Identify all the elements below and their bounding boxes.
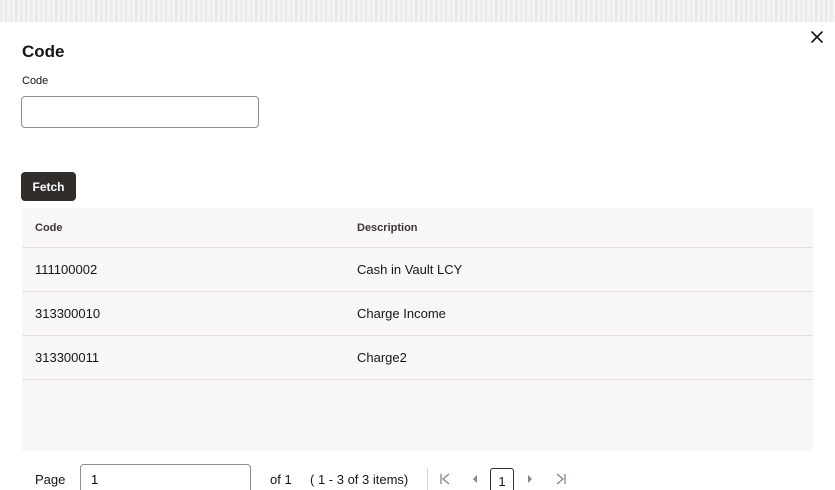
- first-page-button[interactable]: [437, 468, 453, 490]
- table-row[interactable]: 313300010 Charge Income: [22, 292, 813, 336]
- current-page-button[interactable]: 1: [490, 468, 514, 490]
- page-total-text: of 1: [270, 472, 292, 487]
- close-button[interactable]: [806, 26, 828, 48]
- fetch-button[interactable]: Fetch: [21, 172, 76, 201]
- row-code: 313300010: [35, 306, 101, 321]
- table-row[interactable]: 111100002 Cash in Vault LCY: [22, 248, 813, 292]
- row-description: Charge2: [357, 350, 407, 365]
- row-description: Charge Income: [357, 306, 446, 321]
- last-page-button[interactable]: [553, 468, 569, 490]
- previous-page-button[interactable]: [468, 468, 482, 490]
- row-description: Cash in Vault LCY: [357, 262, 463, 277]
- first-page-icon: [440, 473, 450, 485]
- last-page-icon: [556, 473, 566, 485]
- pager-divider: [427, 468, 428, 490]
- column-header-description[interactable]: Description: [357, 208, 418, 247]
- table-row[interactable]: 313300011 Charge2: [22, 336, 813, 380]
- column-header-code[interactable]: Code: [35, 208, 63, 247]
- next-page-icon: [528, 475, 532, 483]
- row-code: 111100002: [35, 262, 98, 277]
- row-code: 313300011: [35, 350, 100, 365]
- results-table: Code Description 111100002 Cash in Vault…: [22, 208, 813, 451]
- next-page-button[interactable]: [523, 468, 537, 490]
- top-header-strip: [0, 0, 835, 22]
- page-label: Page: [35, 472, 66, 487]
- close-icon: [811, 31, 823, 43]
- page-number-input[interactable]: [80, 464, 251, 490]
- code-input[interactable]: [21, 96, 259, 128]
- pagination-bar: Page of 1 ( 1 - 3 of 3 items) 1: [0, 462, 835, 490]
- previous-page-icon: [473, 475, 477, 483]
- code-field-label: Code: [22, 75, 49, 87]
- items-range-text: ( 1 - 3 of 3 items): [310, 472, 409, 487]
- table-header-row: Code Description: [22, 208, 813, 248]
- dialog-title: Code: [22, 42, 65, 61]
